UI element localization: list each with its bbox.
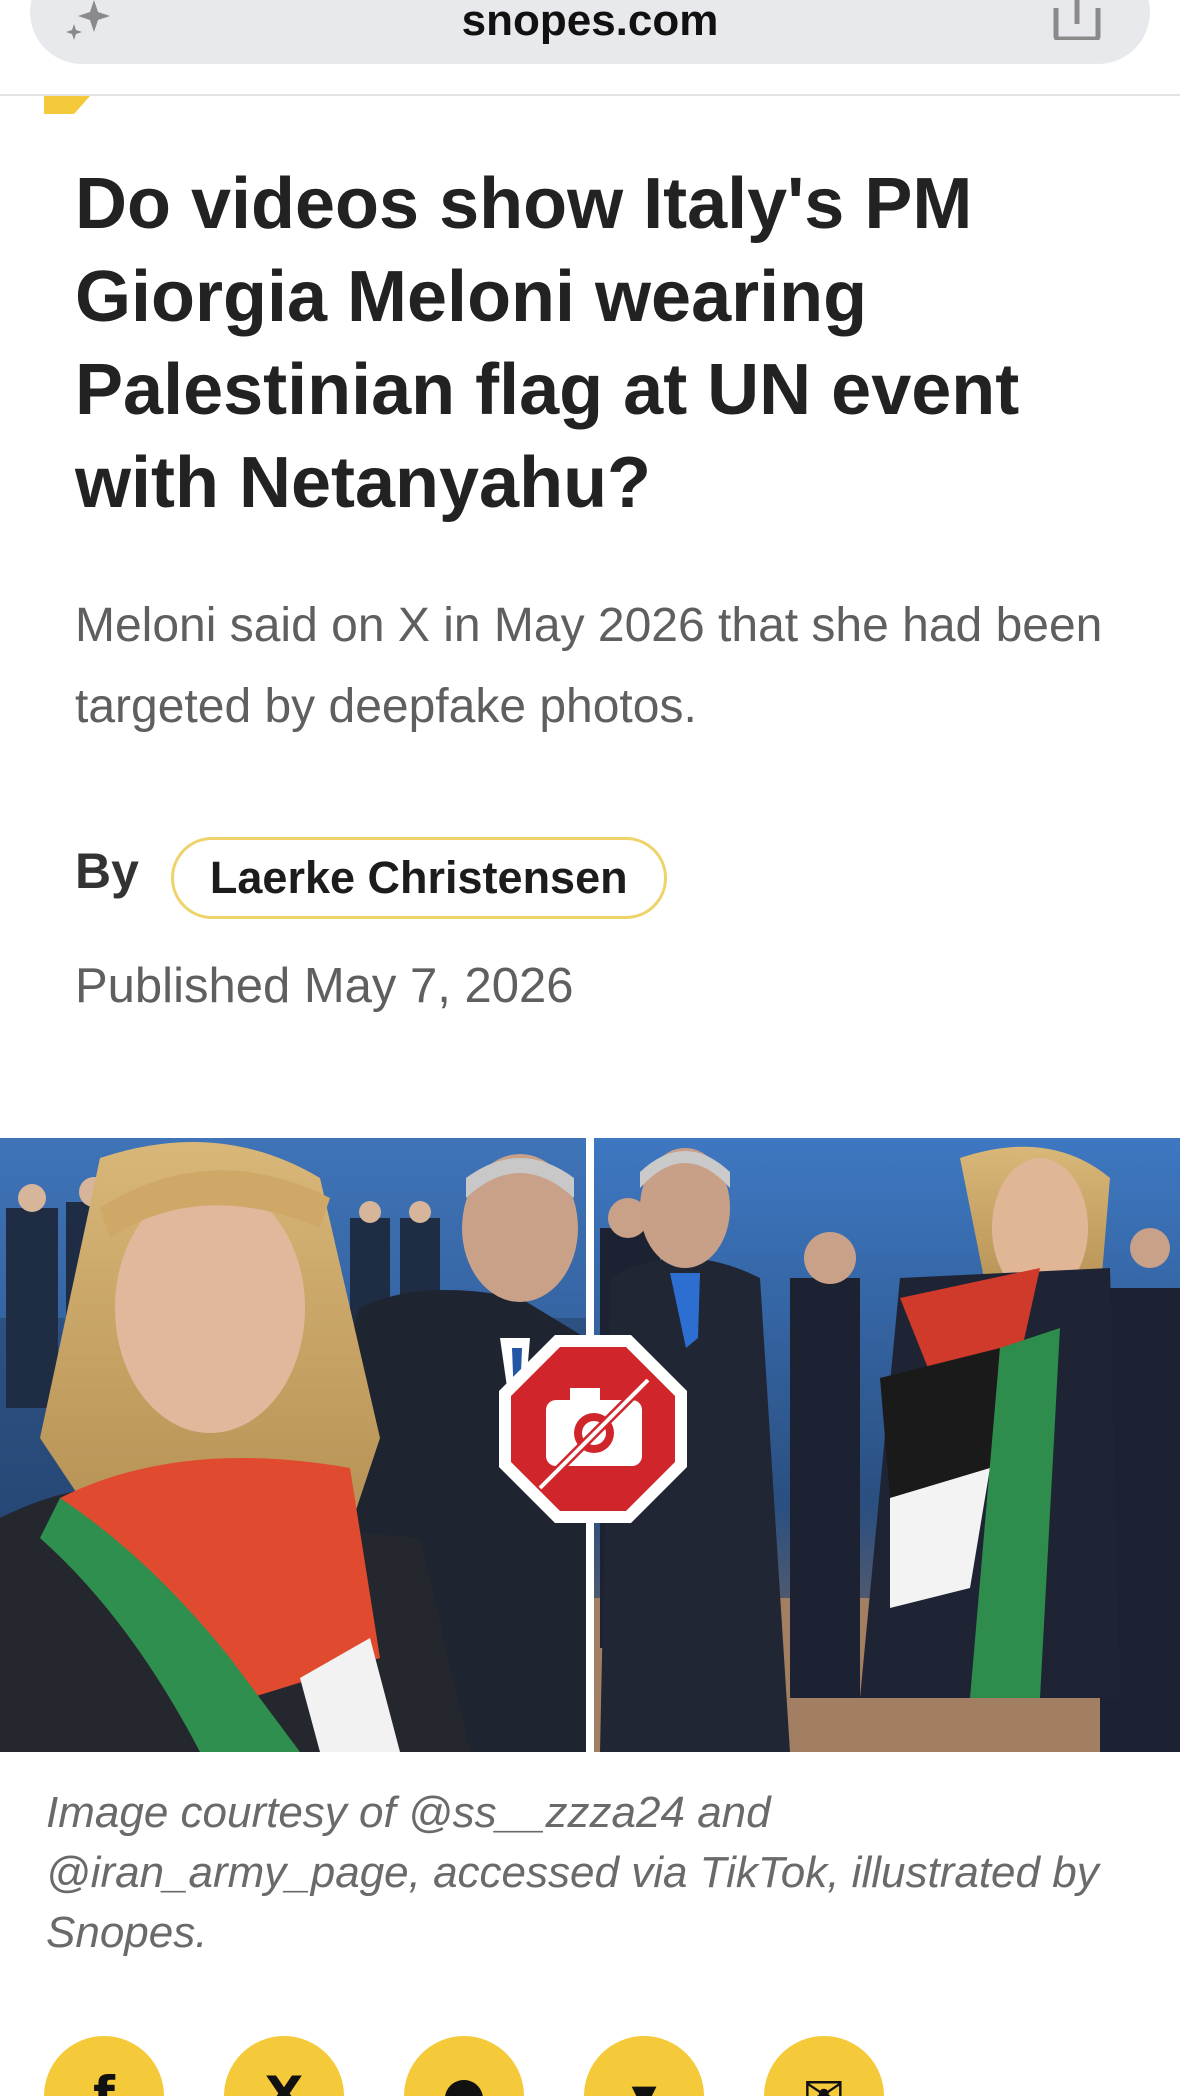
by-label: By (75, 843, 139, 899)
x-icon: X (264, 2066, 304, 2096)
fake-image-badge (499, 1335, 687, 1523)
share-icon[interactable] (1052, 0, 1102, 40)
email-icon: ✉ (803, 2066, 845, 2096)
featured-image (0, 1138, 1180, 1752)
author-link[interactable]: Laerke Christensen (170, 837, 667, 919)
x-share-button[interactable]: X (224, 2036, 344, 2096)
address-bar[interactable]: snopes.com (30, 0, 1150, 64)
published-date: Published May 7, 2026 (75, 959, 574, 1013)
reddit-icon: ● (442, 2066, 486, 2096)
category-accent-shape (44, 96, 90, 114)
share-buttons: f X ● ▾ ✉ (44, 2036, 1144, 2096)
image-caption: Image courtesy of @ss__zzza24 and @iran_… (46, 1788, 1099, 1957)
byline: By Laerke Christensen (75, 836, 667, 920)
facebook-share-button[interactable]: f (44, 2036, 164, 2096)
article-subhead: Meloni said on X in May 2026 that she ha… (75, 599, 1103, 733)
article-title: Do videos show Italy's PM Giorgia Meloni… (75, 164, 1020, 523)
bluesky-share-button[interactable]: ▾ (584, 2036, 704, 2096)
email-share-button[interactable]: ✉ (764, 2036, 884, 2096)
reddit-share-button[interactable]: ● (404, 2036, 524, 2096)
facebook-icon: f (93, 2066, 115, 2096)
url-text[interactable]: snopes.com (30, 0, 1150, 46)
browser-top-bar: snopes.com (0, 0, 1180, 96)
bluesky-icon: ▾ (631, 2066, 657, 2096)
